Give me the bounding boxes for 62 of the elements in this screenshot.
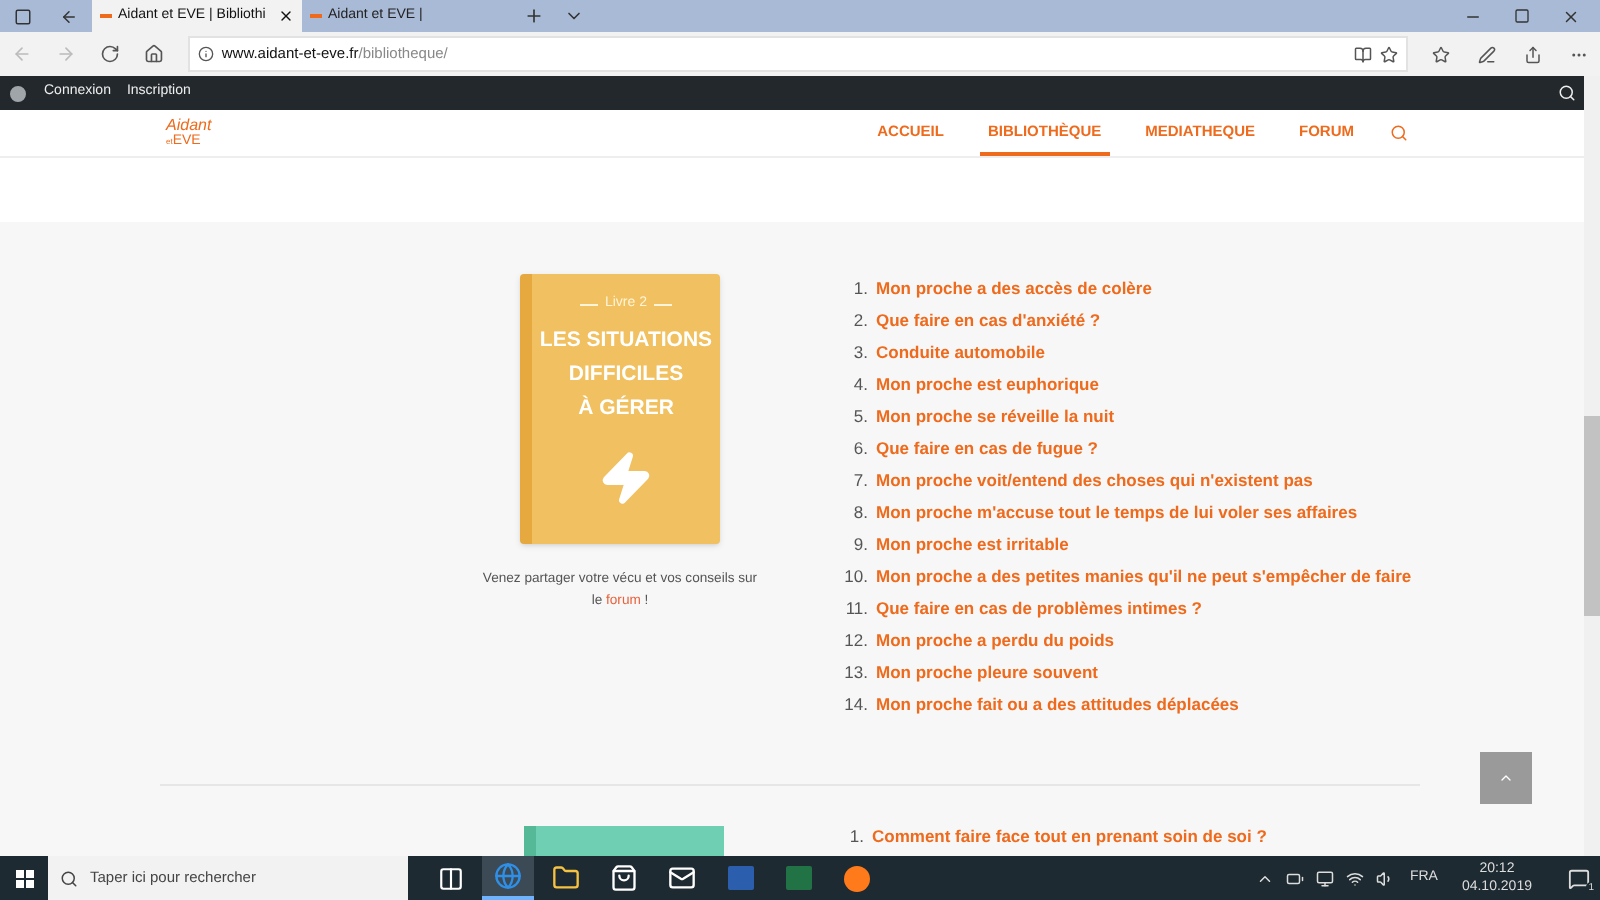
chapter-number: 5. [851,404,870,430]
info-icon [197,46,214,62]
fox-browser-icon [843,865,869,891]
chapter-link[interactable]: Comment faire face tout en prenant soin de soi ? [872,824,1267,850]
reading-view-icon[interactable] [1354,45,1372,63]
chapter-number: 2. [851,308,870,334]
new-tab-icon[interactable] [524,6,544,26]
chapter-number: 3. [851,340,870,366]
spreadsheet-app-icon [785,866,811,890]
battery-icon[interactable] [1285,869,1304,887]
close-tab-icon[interactable] [278,8,294,24]
chapter-link[interactable]: Conduite automobile [876,340,1046,366]
search-icon [60,869,78,887]
task-view-icon [437,865,463,891]
chapter-number: 10. [842,564,870,590]
store-icon [610,864,638,892]
windows-logo-icon [15,869,33,887]
chapter-number: 9. [851,532,870,558]
notification-icon [1567,867,1589,889]
set-aside-icon[interactable] [60,7,78,25]
chapter-link[interactable]: Que faire en cas de problèmes intimes ? [876,596,1202,622]
chapter-link[interactable]: Mon proche a des petites manies qu'il ne peut s'empêcher de faire [876,564,1412,590]
chapter-link[interactable]: Mon proche a perdu du poids [876,628,1114,654]
chapter-number: 12. [842,628,870,654]
chapter-number: 14. [842,692,870,718]
chapter-link[interactable]: Que faire en cas de fugue ? [876,436,1099,462]
chapter-link[interactable]: Mon proche pleure souvent [876,660,1098,686]
close-icon[interactable] [1562,7,1580,25]
favorite-star-icon[interactable] [1380,45,1398,63]
pen-icon[interactable] [1478,45,1496,63]
scrollbar[interactable] [1584,76,1600,856]
chapter-number: 8. [851,500,870,526]
chapter-number: 11. [843,596,870,622]
maximize-icon[interactable] [1514,8,1530,24]
chapter-link[interactable]: Mon proche a des accès de colère [876,276,1152,302]
folder-icon [552,864,580,892]
chapter-link[interactable]: Mon proche m'accuse tout le temps de lui voler ses affaires [876,500,1358,526]
chapter-number: 1. [847,824,866,850]
chapter-number: 4. [851,372,870,398]
document-app-icon [727,866,753,890]
chapter-link[interactable]: Que faire en cas d'anxiété ? [876,308,1101,334]
chapter-link[interactable]: Mon proche se réveille la nuit [876,404,1115,430]
home-icon[interactable] [143,44,164,64]
refresh-icon[interactable] [99,44,120,64]
browser-icon [494,862,522,890]
chapter-link[interactable]: Mon proche fait ou a des attitudes déplacées [876,692,1239,718]
mail-icon [668,864,696,892]
wifi-icon[interactable] [1345,869,1364,887]
chapter-link[interactable]: Mon proche voit/entend des choses qui n'existent pas [876,468,1313,494]
chapter-number: 1. [851,276,870,302]
favorites-icon[interactable] [1432,45,1450,63]
share-icon[interactable] [1524,45,1542,63]
book-title: LES SITUATIONS DIFFICILES À GÉRER [539,325,713,423]
chevron-up-icon [1498,770,1514,786]
chapter-number: 13. [842,660,870,686]
chapter-number: 6. [851,436,870,462]
lightning-icon [598,449,654,505]
chapter-link[interactable]: Mon proche est irritable [876,532,1069,558]
chapter-link[interactable]: Mon proche est euphorique [876,372,1099,398]
tabs-icon[interactable] [14,7,32,25]
chapter-number: 7. [851,468,870,494]
volume-icon[interactable] [1375,869,1394,887]
